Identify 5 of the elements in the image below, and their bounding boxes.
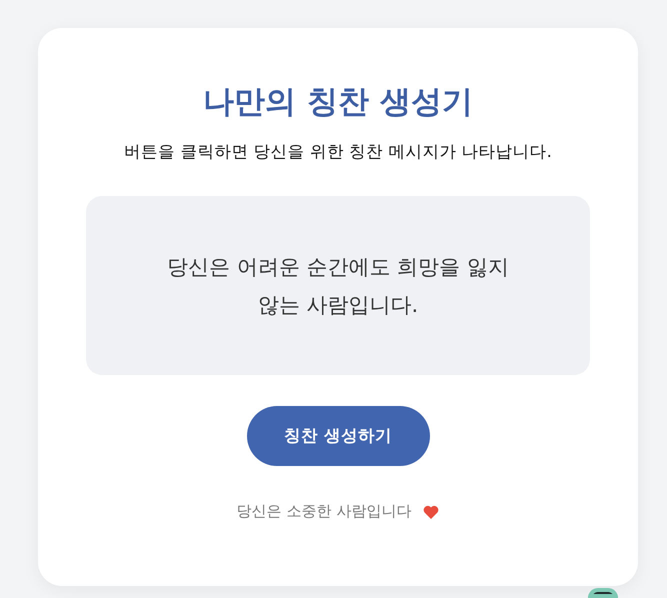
generate-button[interactable]: 칭찬 생성하기 xyxy=(246,406,430,466)
footer-text: 당신은 소중한 사람입니다 xyxy=(236,502,412,521)
compliment-message: 당신은 어려운 순간에도 희망을 잃지 않는 사람입니다. xyxy=(166,254,510,318)
page-title: 나만의 칭찬 생성기 xyxy=(203,83,473,122)
subtitle: 버튼을 클릭하면 당신을 위한 칭찬 메시지가 나타납니다. xyxy=(124,141,552,163)
